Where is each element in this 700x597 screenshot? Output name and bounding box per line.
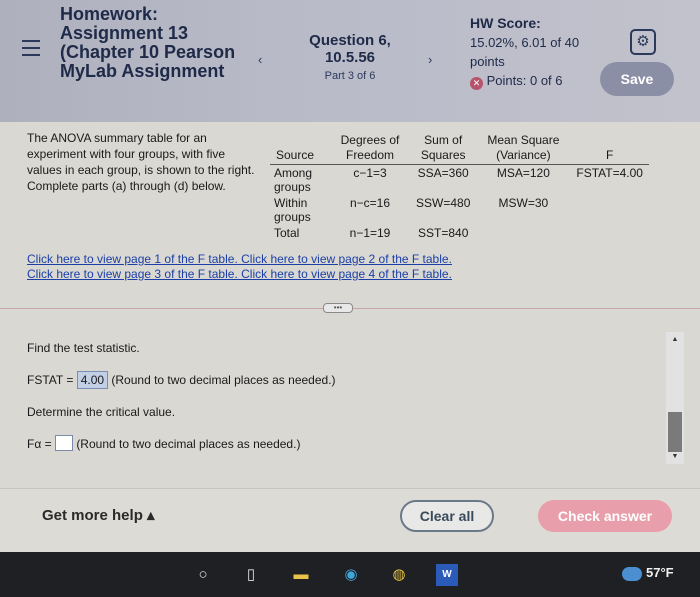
critical-value-prompt: Determine the critical value.	[27, 405, 176, 419]
col-f: F	[570, 132, 649, 165]
table-cell: MSA=120	[496, 166, 550, 180]
points-status: ✕ Points: 0 of 6	[470, 71, 590, 90]
col-ss: Sum of Squares	[410, 132, 477, 165]
vertical-scrollbar[interactable]: ▲ ▼	[666, 332, 684, 464]
clear-all-button[interactable]: Clear all	[400, 500, 494, 532]
f-table-link-page-1[interactable]: Click here to view page 1 of the F table…	[27, 252, 238, 266]
scroll-up-icon[interactable]: ▲	[666, 336, 684, 343]
table-cell: Within groups	[274, 196, 311, 224]
table-cell: FSTAT=4.00	[576, 166, 643, 180]
check-answer-button[interactable]: Check answer	[538, 500, 672, 532]
f-alpha-label: Fα	[27, 437, 42, 451]
round-note: (Round to two decimal places as needed.)	[111, 373, 336, 387]
question-part: Part 3 of 6	[324, 70, 376, 82]
question-title: Question 6, 10.5.56	[309, 32, 391, 66]
weather-cloud-icon[interactable]	[622, 567, 642, 581]
points-label: Points: 0 of 6	[486, 73, 563, 88]
action-bar: Get more help ▴ Clear all Check answer	[0, 488, 700, 552]
question-panel: The ANOVA summary table for an experimen…	[0, 122, 700, 552]
col-source: Source	[270, 132, 330, 165]
table-cell: n−c=16	[349, 196, 391, 210]
assignment-header: Homework: Assignment 13 (Chapter 10 Pear…	[0, 0, 700, 122]
hw-score: HW Score: 15.02%, 6.01 of 40 points ✕ Po…	[470, 14, 590, 90]
previous-question-icon[interactable]: ‹	[258, 52, 262, 67]
table-cell: n−1=19	[349, 226, 391, 240]
f-table-link-page-3[interactable]: Click here to view page 3 of the F table…	[27, 267, 238, 281]
hamburger-menu-icon[interactable]	[22, 40, 40, 61]
question-info: Question 6, 10.5.56 Part 3 of 6	[300, 32, 400, 82]
fstat-label: FSTAT	[27, 373, 63, 387]
scroll-down-icon[interactable]: ▼	[666, 453, 684, 460]
get-more-help-button[interactable]: Get more help ▴	[42, 506, 155, 524]
expand-more-button[interactable]: •••	[323, 303, 353, 313]
table-cell: SST=840	[418, 226, 469, 240]
round-note-2: (Round to two decimal places as needed.)	[76, 437, 301, 451]
hw-score-label: HW Score:	[470, 15, 541, 31]
table-cell	[570, 195, 649, 225]
chrome-browser-icon[interactable]: ◍	[388, 564, 410, 586]
table-row: Within groups n−c=16 SSW=480 MSW=30	[270, 195, 649, 225]
table-cell	[476, 225, 570, 241]
fstat-answer-field[interactable]: 4.00	[76, 371, 109, 389]
table-row: Among groups c−1=3 SSA=360 MSA=120 FSTAT…	[270, 165, 649, 196]
edge-browser-icon[interactable]: ◉	[340, 564, 362, 586]
find-stat-prompt: Find the test statistic.	[27, 341, 140, 355]
next-question-icon[interactable]: ›	[428, 52, 432, 67]
table-cell: SSA=360	[417, 166, 469, 180]
table-cell: MSW=30	[498, 196, 549, 210]
anova-summary-table: Source Degrees of Freedom Sum of Squares…	[270, 132, 649, 241]
f-table-links: Click here to view page 1 of the F table…	[27, 252, 452, 282]
critical-value-row: Fα = (Round to two decimal places as nee…	[27, 435, 301, 451]
answer-section: Find the test statistic. FSTAT = 4.00 (R…	[27, 338, 336, 466]
settings-gear-icon[interactable]: ⚙	[630, 29, 656, 55]
task-view-icon[interactable]: ▯	[240, 564, 262, 586]
f-table-link-page-2[interactable]: Click here to view page 2 of the F table…	[241, 252, 452, 266]
table-row: Total n−1=19 SST=840	[270, 225, 649, 241]
search-circle-icon[interactable]: ○	[192, 564, 214, 586]
save-button[interactable]: Save	[600, 62, 674, 96]
incorrect-icon: ✕	[470, 77, 483, 90]
file-explorer-icon[interactable]: ▬	[290, 564, 312, 586]
fstat-answer-row: FSTAT = 4.00 (Round to two decimal place…	[27, 371, 336, 389]
scroll-thumb[interactable]	[668, 412, 682, 452]
col-ms: Mean Square (Variance)	[476, 132, 571, 165]
col-df: Degrees of Freedom	[330, 132, 410, 165]
assignment-title: Homework: Assignment 13 (Chapter 10 Pear…	[60, 4, 236, 81]
os-taskbar: ○ ▯ ▬ ◉ ◍ W	[0, 552, 700, 597]
problem-statement: The ANOVA summary table for an experimen…	[27, 131, 255, 193]
table-cell: Total	[274, 226, 300, 240]
hw-score-value: 15.02%, 6.01 of 40 points	[470, 35, 580, 69]
word-app-icon[interactable]: W	[436, 564, 458, 586]
weather-temperature[interactable]: 57°F	[646, 565, 674, 580]
table-cell: SSW=480	[416, 196, 471, 210]
table-cell: Among groups	[274, 166, 313, 194]
table-cell	[570, 225, 649, 241]
table-cell: c−1=3	[353, 166, 387, 180]
f-table-link-page-4[interactable]: Click here to view page 4 of the F table…	[241, 267, 452, 281]
critical-value-input[interactable]	[54, 435, 73, 451]
